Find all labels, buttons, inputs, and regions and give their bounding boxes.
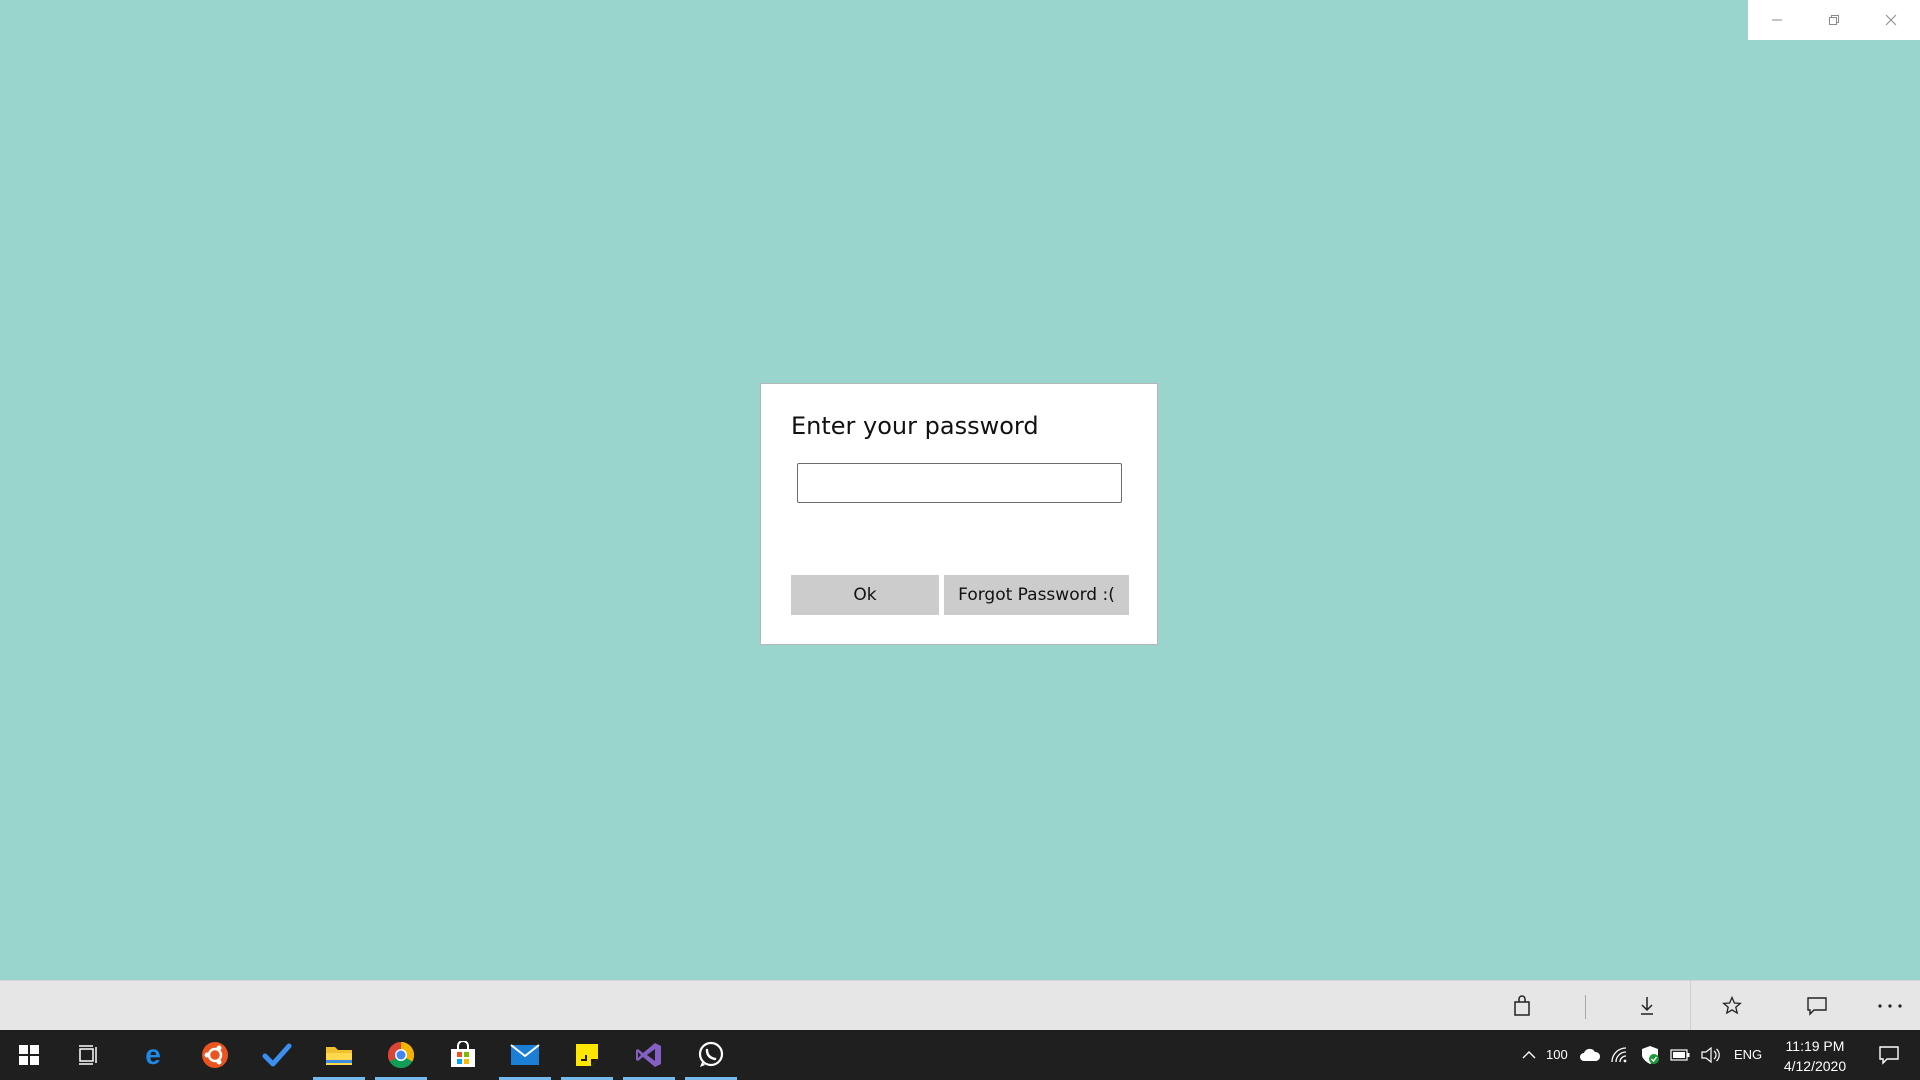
sticky-note-icon xyxy=(576,1044,598,1066)
restore-icon xyxy=(1828,15,1839,25)
appbar-separator xyxy=(1585,995,1586,1019)
network-button[interactable] xyxy=(1606,1030,1634,1080)
show-hidden-icons-button[interactable] xyxy=(1514,1030,1544,1080)
battery-button[interactable] xyxy=(1666,1030,1694,1080)
battery-percentage: 100 xyxy=(1546,1047,1568,1062)
star-icon xyxy=(1722,996,1742,1015)
ubuntu-icon xyxy=(202,1042,228,1068)
taskbar-visual-studio[interactable] xyxy=(620,1030,678,1080)
forgot-password-button[interactable]: Forgot Password :( xyxy=(944,575,1129,615)
taskbar-whatsapp[interactable] xyxy=(682,1030,740,1080)
window-controls xyxy=(1748,0,1920,40)
taskbar-sticky-notes[interactable] xyxy=(558,1030,616,1080)
more-button[interactable] xyxy=(1860,981,1920,1031)
volume-button[interactable] xyxy=(1696,1030,1724,1080)
taskbar-ubuntu[interactable] xyxy=(186,1030,244,1080)
bag-icon xyxy=(1514,995,1530,1016)
battery-icon xyxy=(1670,1049,1690,1061)
store-bag-icon xyxy=(451,1041,475,1067)
taskbar-edge[interactable]: e xyxy=(124,1030,182,1080)
clock-date: 4/12/2020 xyxy=(1783,1058,1847,1074)
bag-button[interactable] xyxy=(1492,981,1552,1031)
shield-icon xyxy=(1642,1046,1659,1064)
whatsapp-icon xyxy=(698,1041,724,1067)
close-icon xyxy=(1885,14,1897,26)
dialog-title: Enter your password xyxy=(791,412,1039,440)
task-view-icon xyxy=(79,1045,97,1065)
taskbar-todo[interactable] xyxy=(248,1030,306,1080)
password-input[interactable] xyxy=(797,463,1122,503)
minimize-button[interactable] xyxy=(1748,0,1805,40)
app-bar xyxy=(0,980,1920,1031)
clock-time: 11:19 PM xyxy=(1785,1038,1845,1054)
ok-button[interactable]: Ok xyxy=(791,575,939,615)
favorites-button[interactable] xyxy=(1702,981,1762,1031)
notification-icon xyxy=(1879,1046,1899,1065)
wifi-icon xyxy=(1611,1047,1627,1063)
visual-studio-icon xyxy=(636,1043,661,1067)
mail-icon xyxy=(510,1044,540,1065)
password-dialog: Enter your password Ok Forgot Password :… xyxy=(760,383,1158,645)
chevron-up-icon xyxy=(1522,1051,1536,1059)
taskbar: e 100 ENG 11:19 PM 4/12/2020 xyxy=(0,1030,1920,1080)
restore-button[interactable] xyxy=(1805,0,1862,40)
comment-icon xyxy=(1807,997,1827,1016)
taskbar-chrome[interactable] xyxy=(372,1030,430,1080)
taskbar-file-explorer[interactable] xyxy=(310,1030,368,1080)
checkmark-todo-icon xyxy=(262,1043,292,1067)
chrome-icon xyxy=(387,1041,415,1069)
cloud-icon xyxy=(1580,1048,1601,1061)
input-language[interactable]: ENG xyxy=(1734,1047,1762,1062)
clock[interactable]: 11:19 PM 4/12/2020 xyxy=(1770,1036,1860,1076)
edge-icon: e xyxy=(145,1041,161,1069)
taskbar-store[interactable] xyxy=(434,1030,492,1080)
speaker-icon xyxy=(1701,1047,1720,1063)
download-button[interactable] xyxy=(1617,981,1677,1031)
close-button[interactable] xyxy=(1863,0,1920,40)
feedback-button[interactable] xyxy=(1787,981,1847,1031)
appbar-divider xyxy=(1690,981,1691,1031)
start-button[interactable] xyxy=(0,1030,58,1080)
windows-logo-icon xyxy=(19,1045,39,1065)
download-icon xyxy=(1641,997,1653,1015)
svg-text:e: e xyxy=(145,1041,161,1069)
more-icon xyxy=(1878,1004,1902,1008)
task-view-button[interactable] xyxy=(60,1030,118,1080)
folder-icon xyxy=(326,1047,352,1065)
security-button[interactable] xyxy=(1636,1030,1664,1080)
taskbar-mail[interactable] xyxy=(496,1030,554,1080)
action-center-button[interactable] xyxy=(1864,1030,1914,1080)
minimize-icon xyxy=(1771,19,1782,21)
onedrive-button[interactable] xyxy=(1576,1030,1604,1080)
